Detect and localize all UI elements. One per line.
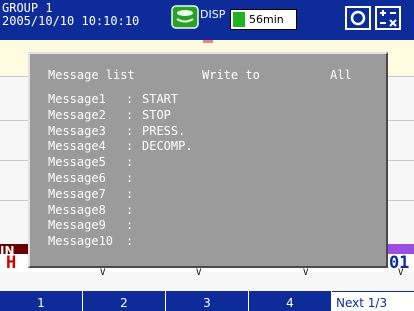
unit-mark: V [398, 268, 404, 278]
unit-mark: V [303, 268, 309, 278]
message-label: Message10 [48, 234, 114, 249]
message-text: START [142, 92, 179, 106]
message-list-dialog: Message list Write to All Message1: START… [28, 52, 388, 268]
disk-icon [171, 5, 199, 29]
softkey-3[interactable]: 3 [166, 291, 249, 311]
message-row[interactable]: Message7: [48, 187, 193, 203]
interval-text: 56min [249, 13, 284, 26]
message-label: Message7 [48, 186, 106, 201]
math-icon[interactable] [375, 6, 401, 30]
message-label: Message2 [48, 107, 106, 122]
message-text: STOP [142, 107, 171, 122]
message-label: Message6 [48, 170, 106, 185]
interval-indicator: 56min [230, 9, 297, 30]
message-text: DECOMP. [142, 139, 193, 154]
message-row[interactable]: Message8: [48, 203, 193, 219]
message-label: Message1 [48, 92, 106, 106]
status-datetime: 2005/10/10 10:10:10 [2, 14, 140, 28]
snapshot-icon[interactable] [345, 6, 371, 30]
message-row[interactable]: Message10: [48, 234, 193, 250]
next-page-button[interactable]: Next 1/3 [332, 292, 414, 311]
softkey-2[interactable]: 2 [83, 291, 166, 311]
message-list: Message1: START Message2: STOP Message3: PR… [48, 92, 193, 250]
message-row[interactable]: Message3: PRESS. [48, 124, 193, 140]
message-label: Message4 [48, 139, 106, 154]
unit-mark: V [100, 268, 106, 278]
message-row[interactable]: Message9: [48, 218, 193, 234]
message-label: Message9 [48, 218, 106, 233]
recorder-screen: GROUP 1 2005/10/10 10:10:10 DISP 56min I… [0, 0, 414, 311]
softkey-4[interactable]: 4 [249, 291, 332, 311]
message-row[interactable]: Message1: START [48, 92, 193, 108]
message-row[interactable]: Message4: DECOMP. [48, 139, 193, 155]
status-bar: GROUP 1 2005/10/10 10:10:10 DISP 56min [0, 0, 414, 40]
write-to-value[interactable]: All [330, 68, 352, 82]
message-text: PRESS. [142, 123, 186, 138]
message-row[interactable]: Message6: [48, 171, 193, 187]
digital-value: H [6, 253, 17, 273]
message-label: Message3 [48, 123, 106, 138]
interval-bar-icon [233, 12, 245, 27]
message-row[interactable]: Message5: [48, 155, 193, 171]
message-label: Message5 [48, 155, 106, 170]
scale-marker [203, 40, 213, 43]
message-label: Message8 [48, 202, 106, 217]
group-name: GROUP 1 [2, 1, 53, 15]
write-to-label: Write to [202, 68, 260, 82]
disp-label: DISP [200, 8, 226, 21]
unit-mark: V [196, 268, 202, 278]
softkey-1[interactable]: 1 [0, 291, 83, 311]
message-row[interactable]: Message2: STOP [48, 108, 193, 124]
dialog-title: Message list [48, 68, 135, 82]
